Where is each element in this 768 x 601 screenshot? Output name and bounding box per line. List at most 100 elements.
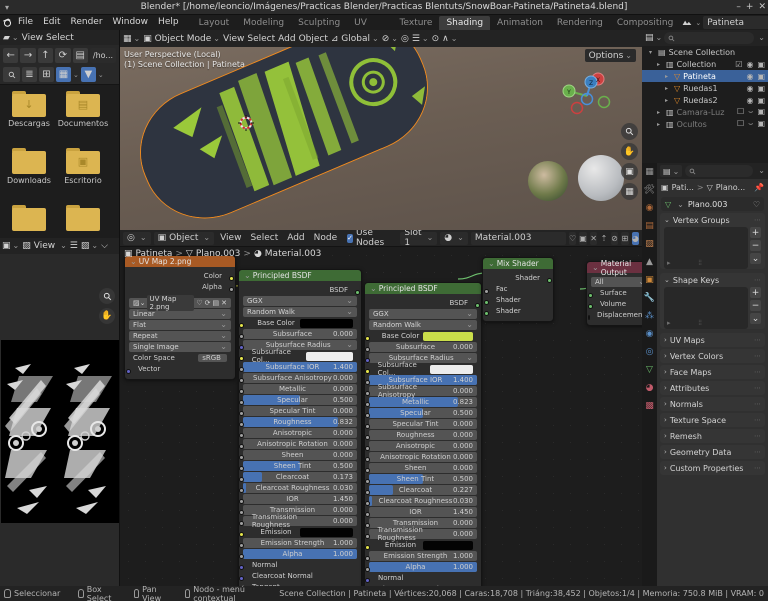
- thumbnail-view-icon[interactable]: ▦: [56, 67, 71, 82]
- tab-texture-paint[interactable]: Texture Paint: [393, 16, 440, 30]
- outliner-display-mode-icon[interactable]: ▤: [645, 33, 662, 43]
- node-param-row[interactable]: Metallic0.000: [243, 384, 357, 394]
- add-button[interactable]: +: [750, 227, 761, 238]
- uv-map-image[interactable]: [1, 340, 119, 523]
- viewport-select-menu[interactable]: Select: [247, 34, 275, 44]
- socket[interactable]: [239, 488, 244, 493]
- shader-editor-icon[interactable]: ◎: [123, 232, 151, 245]
- camera-icon[interactable]: ▣: [757, 84, 765, 93]
- panel-grip[interactable]: ⋯: [754, 384, 761, 392]
- socket[interactable]: [239, 444, 244, 449]
- panel-header[interactable]: ›Face Maps⋯: [660, 365, 765, 379]
- socket[interactable]: [239, 356, 244, 361]
- panel-header[interactable]: ›Normals⋯: [660, 397, 765, 411]
- socket[interactable]: [365, 457, 370, 462]
- more-icon[interactable]: ⌵: [101, 241, 108, 251]
- pivot-point-icon[interactable]: ⊙: [432, 34, 440, 44]
- panel-header[interactable]: ›UV Maps⋯: [660, 333, 765, 347]
- panel-grip[interactable]: ⋯: [754, 276, 761, 284]
- image-name-field[interactable]: UV Map 2.png: [147, 295, 194, 311]
- pin-icon[interactable]: 📌: [754, 183, 764, 192]
- node-input-fac[interactable]: Fac: [487, 284, 549, 294]
- output-icon[interactable]: ▤: [644, 220, 656, 232]
- list-item[interactable]: ↓ Descargas: [2, 91, 56, 145]
- socket[interactable]: [365, 336, 370, 341]
- object-icon[interactable]: ▣: [644, 274, 656, 286]
- socket[interactable]: [365, 424, 370, 429]
- expand-icon[interactable]: ▸: [667, 259, 671, 268]
- tab-animation[interactable]: Animation: [490, 16, 550, 30]
- path-field[interactable]: /ho...: [90, 48, 116, 63]
- node-param-row[interactable]: Clearcoat Roughness0.030: [369, 496, 477, 506]
- panel-grip[interactable]: ⋯: [754, 448, 761, 456]
- tab-shading[interactable]: Shading: [439, 16, 490, 30]
- breadcrumb-item-object[interactable]: Patineta: [136, 249, 173, 259]
- outliner-row[interactable]: ▾▤Scene Collection: [642, 46, 768, 58]
- node-principled-bsdf-left[interactable]: Principled BSDF BSDF GGX Random Walk Bas…: [238, 269, 362, 586]
- panel-grip[interactable]: ⋯: [754, 352, 761, 360]
- chevron-right-icon[interactable]: ›: [664, 464, 667, 472]
- node-param-row[interactable]: Alpha1.000: [243, 549, 357, 559]
- chevron-down-icon[interactable]: ⌄: [664, 216, 670, 224]
- chevron-right-icon[interactable]: ›: [664, 336, 667, 344]
- target-dropdown[interactable]: All: [591, 277, 642, 287]
- socket[interactable]: [365, 567, 370, 572]
- node-param-row[interactable]: Specular0.500: [243, 395, 357, 405]
- file-browse-icon[interactable]: ▰: [3, 33, 19, 43]
- tool-icon[interactable]: 🛠: [644, 184, 656, 196]
- socket[interactable]: [239, 543, 244, 548]
- tab-compositing[interactable]: Compositing: [610, 16, 680, 30]
- socket[interactable]: [239, 576, 244, 581]
- socket[interactable]: [365, 479, 370, 484]
- filter-chevron-down-icon[interactable]: [756, 33, 765, 43]
- node-param-row[interactable]: Subsurface Col...: [369, 364, 477, 374]
- panel-header[interactable]: ›Attributes⋯: [660, 381, 765, 395]
- eye-icon[interactable]: ◉: [746, 72, 753, 81]
- color-swatch[interactable]: [306, 352, 353, 361]
- socket-shader-out[interactable]: [547, 278, 552, 283]
- panel-grip[interactable]: ⋯: [754, 464, 761, 472]
- grip-icon[interactable]: ⦙⦙: [699, 259, 702, 268]
- reload-icon[interactable]: ⟳: [205, 299, 211, 307]
- node-header[interactable]: Principled BSDF: [365, 283, 481, 294]
- socket[interactable]: [239, 367, 244, 372]
- eye-closed-icon[interactable]: ⌣: [748, 119, 753, 129]
- grip-icon[interactable]: ⦙⦙: [699, 319, 702, 328]
- chevron-right-icon[interactable]: ▸: [665, 85, 671, 92]
- modifier-icon[interactable]: 🔧: [644, 292, 656, 304]
- material-slot-dropdown[interactable]: Slot 1: [400, 232, 437, 245]
- nav-forward-button[interactable]: →: [20, 48, 35, 63]
- color-swatch[interactable]: [300, 319, 353, 328]
- panel-menu-button[interactable]: ⌄: [750, 253, 761, 264]
- snap-icon[interactable]: ⊘: [611, 232, 618, 245]
- node-param-row[interactable]: Normal: [243, 560, 357, 570]
- socket[interactable]: [365, 501, 370, 506]
- file-select-menu[interactable]: Select: [46, 33, 74, 43]
- image-editor-canvas[interactable]: ✋: [0, 254, 119, 586]
- chevron-right-icon[interactable]: ›: [664, 416, 667, 424]
- image-datablock-row[interactable]: ▨⌄ UV Map 2.png ♡ ⟳ ▤ ✕: [129, 298, 231, 308]
- fake-user-icon[interactable]: ♡: [753, 200, 760, 209]
- material-name-field[interactable]: Material.003: [471, 232, 566, 245]
- viewport-object-menu[interactable]: Object: [299, 34, 328, 44]
- snowboard-object[interactable]: [121, 47, 448, 230]
- socket[interactable]: [365, 446, 370, 451]
- shader-node-menu[interactable]: Node: [311, 233, 341, 243]
- material-icon[interactable]: ◕: [644, 382, 656, 394]
- panel-header[interactable]: ›Custom Properties⋯: [660, 461, 765, 475]
- menu-file[interactable]: File: [13, 16, 38, 29]
- texture-icon[interactable]: ▩: [644, 400, 656, 412]
- distribution-dropdown[interactable]: GGX: [369, 309, 477, 319]
- node-param-row[interactable]: Clearcoat0.227: [369, 485, 477, 495]
- breadcrumb-item-mesh[interactable]: Plano.003: [196, 249, 241, 259]
- eye-icon[interactable]: ◉: [746, 60, 753, 69]
- add-button[interactable]: +: [750, 287, 761, 298]
- node-param-row[interactable]: Emission Strength1.000: [369, 551, 477, 561]
- chevron-right-icon[interactable]: ▸: [665, 73, 671, 80]
- hand-pan-icon[interactable]: ✋: [621, 143, 638, 160]
- color-swatch[interactable]: [430, 365, 473, 374]
- node-param-row[interactable]: Subsurface Col...: [243, 351, 357, 361]
- node-header[interactable]: Material Output: [587, 262, 642, 273]
- node-param-row[interactable]: Subsurface0.000: [243, 329, 357, 339]
- node-param-row[interactable]: Sheen Tint0.500: [369, 474, 477, 484]
